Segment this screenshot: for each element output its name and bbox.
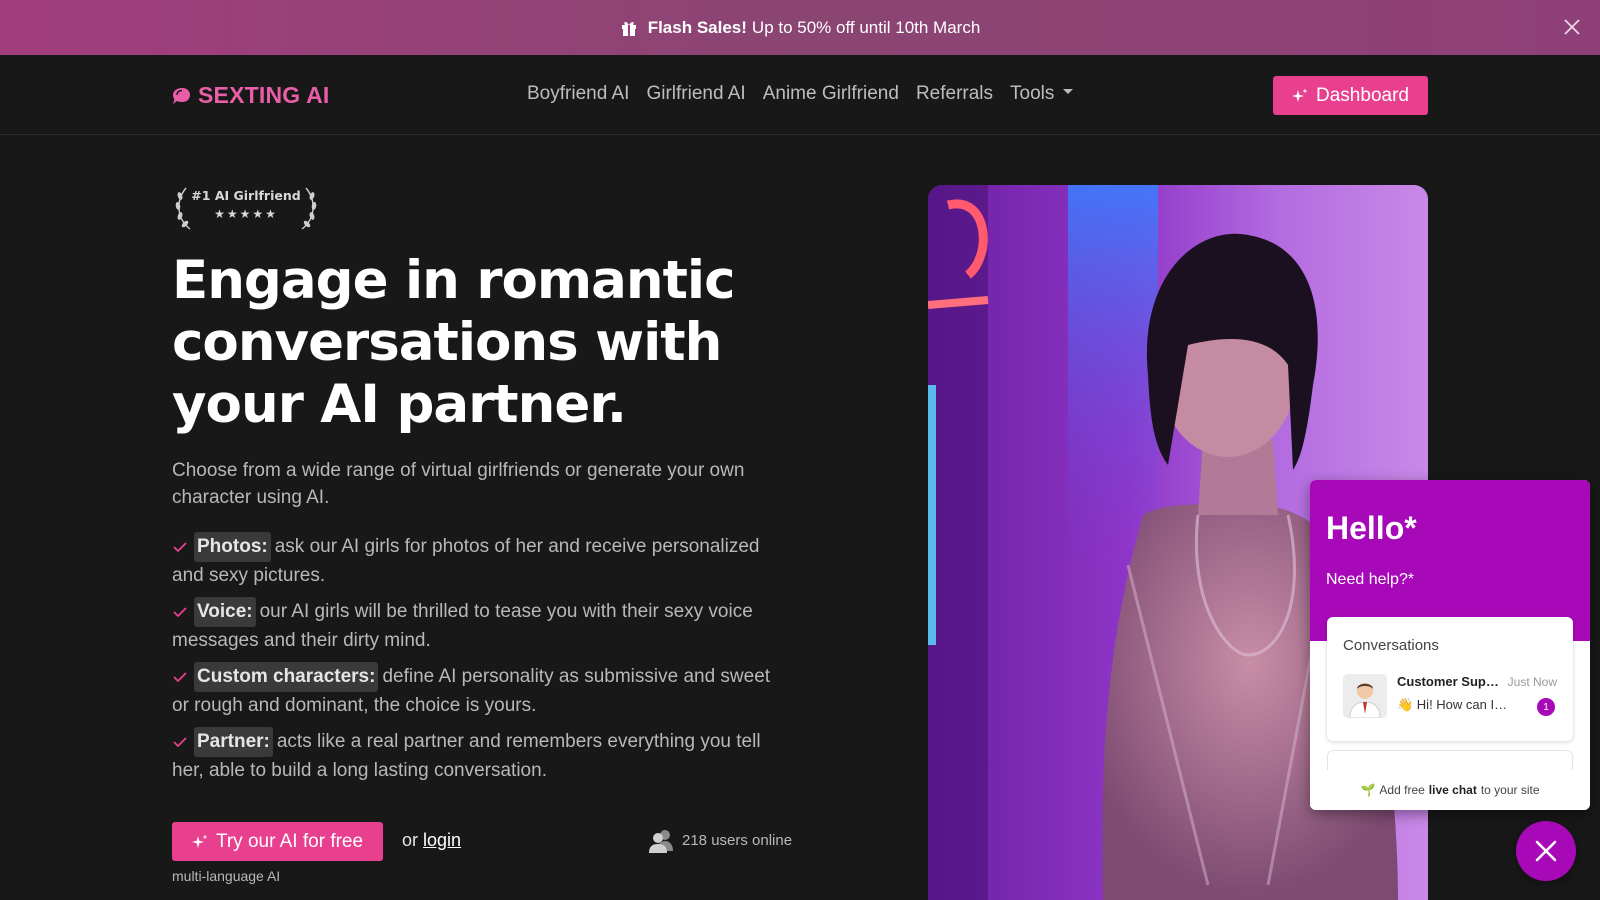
footer-prefix: Add free — [1379, 783, 1425, 797]
feature-item: Photos: ask our AI girls for photos of he… — [172, 532, 792, 589]
check-icon — [173, 737, 187, 748]
multi-language-note: multi-language AI — [172, 868, 281, 884]
or-text: or — [402, 830, 419, 850]
chat-bubble-icon — [173, 87, 190, 104]
main-menu: Boyfriend AI Girlfriend AI Anime Girlfri… — [527, 83, 1074, 105]
hero-headline: Engage in romantic conversations with yo… — [172, 250, 736, 435]
nav-item-tools[interactable]: Tools — [1010, 83, 1074, 105]
chat-widget: Hello* Need help?* Conversations Custome… — [1310, 480, 1590, 810]
check-icon — [173, 672, 187, 683]
agent-avatar-icon — [1343, 674, 1387, 718]
promo-text: Up to 50% off until 10th March — [751, 17, 981, 37]
badge-stars: ★★★★★ — [214, 207, 278, 221]
feature-tag: Custom characters: — [194, 662, 379, 692]
nav-item-anime-girlfriend[interactable]: Anime Girlfriend — [763, 83, 899, 105]
chat-footer[interactable]: 🌱 Add free live chat to your site — [1310, 770, 1590, 810]
close-icon — [1535, 840, 1557, 862]
online-count: 218 users online — [682, 831, 793, 849]
brand-name: SEXTING AI — [198, 82, 330, 108]
feature-tag: Partner: — [194, 727, 273, 757]
hero-lead: Choose from a wide range of virtual girl… — [172, 460, 745, 508]
unread-badge: 1 — [1537, 698, 1555, 716]
try-free-label: Try our AI for free — [215, 830, 364, 852]
conversations-title: Conversations — [1343, 637, 1439, 654]
chat-toggle-button[interactable] — [1516, 821, 1576, 881]
chat-need-help: Need help?* — [1326, 571, 1415, 588]
conversations-card: Conversations Customer Support Just Now … — [1327, 617, 1573, 741]
agent-name: Customer Support — [1397, 674, 1501, 689]
feature-item: Custom characters: define AI personality … — [172, 662, 792, 719]
conversation-preview: 👋 Hi! How can I help? — [1397, 697, 1509, 712]
nav-item-referrals[interactable]: Referrals — [916, 83, 993, 105]
footer-bold: live chat — [1428, 783, 1477, 797]
award-badge: #1 AI Girlfriend ★★★★★ — [172, 184, 320, 234]
users-icon — [649, 830, 673, 853]
or-login: or login — [402, 830, 461, 851]
conversation-meta: Customer Support Just Now 👋 Hi! How can … — [1397, 674, 1557, 718]
agent-avatar — [1343, 674, 1387, 718]
chat-hello: Hello* — [1326, 510, 1417, 546]
try-free-button[interactable]: Try our AI for free — [172, 822, 383, 861]
login-link[interactable]: login — [423, 830, 461, 850]
sparkle-icon — [1292, 88, 1308, 102]
nav-item-boyfriend-ai[interactable]: Boyfriend AI — [527, 83, 629, 105]
promo-banner: Flash Sales! Up to 50% off until 10th Ma… — [0, 0, 1600, 55]
feature-item: Voice: our AI girls will be thrilled to t… — [172, 597, 792, 654]
navbar: SEXTING AI Boyfriend AI Girlfriend AI An… — [0, 55, 1600, 135]
feature-list: Photos: ask our AI girls for photos of he… — [172, 532, 792, 792]
promo-title: Flash Sales! — [647, 17, 747, 37]
conversation-time: Just Now — [1507, 675, 1557, 689]
close-icon[interactable] — [1562, 17, 1582, 37]
caret-down-icon — [1063, 89, 1074, 95]
badge-text: #1 AI Girlfriend — [191, 188, 300, 203]
sparkle-icon — [191, 834, 208, 848]
feature-tag: Voice: — [194, 597, 256, 627]
feature-tag: Photos: — [194, 532, 271, 562]
laurel-icon: #1 AI Girlfriend ★★★★★ — [175, 187, 317, 230]
nav-item-girlfriend-ai[interactable]: Girlfriend AI — [646, 83, 745, 105]
gift-icon — [621, 21, 636, 36]
leaf-icon: 🌱 — [1360, 783, 1376, 797]
brand-logo[interactable]: SEXTING AI — [172, 82, 330, 109]
dashboard-label: Dashboard — [1316, 84, 1409, 106]
feature-item: Partner: acts like a real partner and rem… — [172, 727, 792, 784]
footer-suffix: to your site — [1480, 783, 1540, 797]
check-icon — [173, 607, 187, 618]
conversation-row[interactable]: Customer Support Just Now 👋 Hi! How can … — [1343, 674, 1557, 718]
dashboard-button[interactable]: Dashboard — [1273, 76, 1428, 115]
nav-item-tools-label: Tools — [1010, 83, 1055, 104]
chat-card-partial — [1327, 750, 1573, 770]
users-online: 218 users online — [648, 827, 792, 853]
feature-text: our AI girls will be thrilled to tease y… — [172, 601, 753, 651]
check-icon — [173, 542, 187, 553]
